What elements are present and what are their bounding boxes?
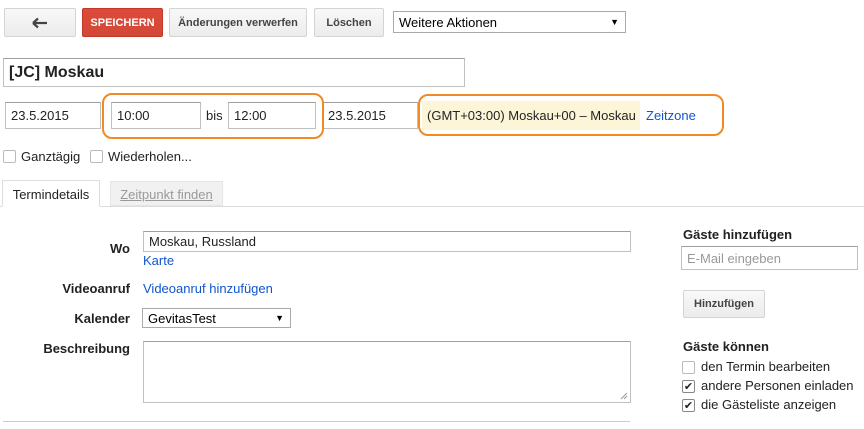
permission-edit-label: den Termin bearbeiten [701,359,831,374]
tab-zeitpunkt-finden[interactable]: Zeitpunkt finden [110,181,223,206]
permission-guestlist-label: die Gästeliste anzeigen [701,397,837,412]
tab-zeitpunkt-finden-label: Zeitpunkt finden [120,187,213,202]
guests-can-heading: Gäste können [683,339,769,354]
more-actions-value: Weitere Aktionen [399,14,498,30]
video-call-label: Videoanruf [62,281,130,296]
description-label: Beschreibung [43,341,130,356]
map-link[interactable]: Karte [143,253,174,268]
start-date-value: 23.5.2015 [11,108,69,123]
repeat-checkbox[interactable] [90,150,103,163]
add-video-call-link[interactable]: Videoanruf hinzufügen [143,281,273,296]
tab-bar-line [0,206,864,207]
dropdown-arrow-icon: ▼ [275,313,284,323]
permission-edit-checkbox[interactable] [682,361,695,374]
where-value: Moskau, Russland [149,234,256,249]
checkmark-icon: ✔ [683,381,694,393]
event-title-input[interactable]: [JC] Moskau [3,58,465,87]
event-title-value: [JC] Moskau [9,63,105,81]
timezone-highlight-outline [418,94,724,136]
permission-invite-checkbox[interactable]: ✔ [682,380,695,393]
calendar-value: GevitasTest [148,310,216,326]
calendar-select[interactable]: GevitasTest ▼ [142,308,291,328]
tab-termindetails-label: Termindetails [12,187,90,202]
all-day-label: Ganztägig [21,149,81,164]
guest-email-placeholder: E-Mail eingeben [687,250,781,266]
add-guest-button[interactable]: Hinzufügen [683,290,765,318]
back-button[interactable] [4,8,76,37]
checkmark-icon: ✔ [683,400,694,412]
save-button[interactable]: SPEICHERN [82,8,163,37]
dropdown-arrow-icon: ▼ [610,17,619,27]
where-label: Wo [110,241,130,256]
calendar-label: Kalender [74,311,130,326]
back-arrow-icon [32,17,47,28]
description-textarea[interactable] [143,341,631,403]
delete-button[interactable]: Löschen [314,8,384,37]
end-date-input[interactable]: 23.5.2015 [322,102,418,129]
discard-changes-button[interactable]: Änderungen verwerfen [169,8,307,37]
where-input[interactable]: Moskau, Russland [143,231,631,252]
start-date-input[interactable]: 23.5.2015 [5,102,101,129]
all-day-checkbox[interactable] [3,150,16,163]
guests-heading: Gäste hinzufügen [683,227,793,242]
tab-termindetails[interactable]: Termindetails [2,180,100,207]
guest-email-input[interactable]: E-Mail eingeben [681,246,858,270]
time-highlight-outline [102,93,324,139]
resize-handle-icon[interactable] [620,392,628,400]
permission-guestlist-checkbox[interactable]: ✔ [682,399,695,412]
repeat-label: Wiederholen... [108,149,192,164]
more-actions-select[interactable]: Weitere Aktionen ▼ [393,11,626,33]
permission-invite-label: andere Personen einladen [701,378,854,393]
end-date-value: 23.5.2015 [328,108,386,123]
form-bottom-divider [3,421,630,422]
